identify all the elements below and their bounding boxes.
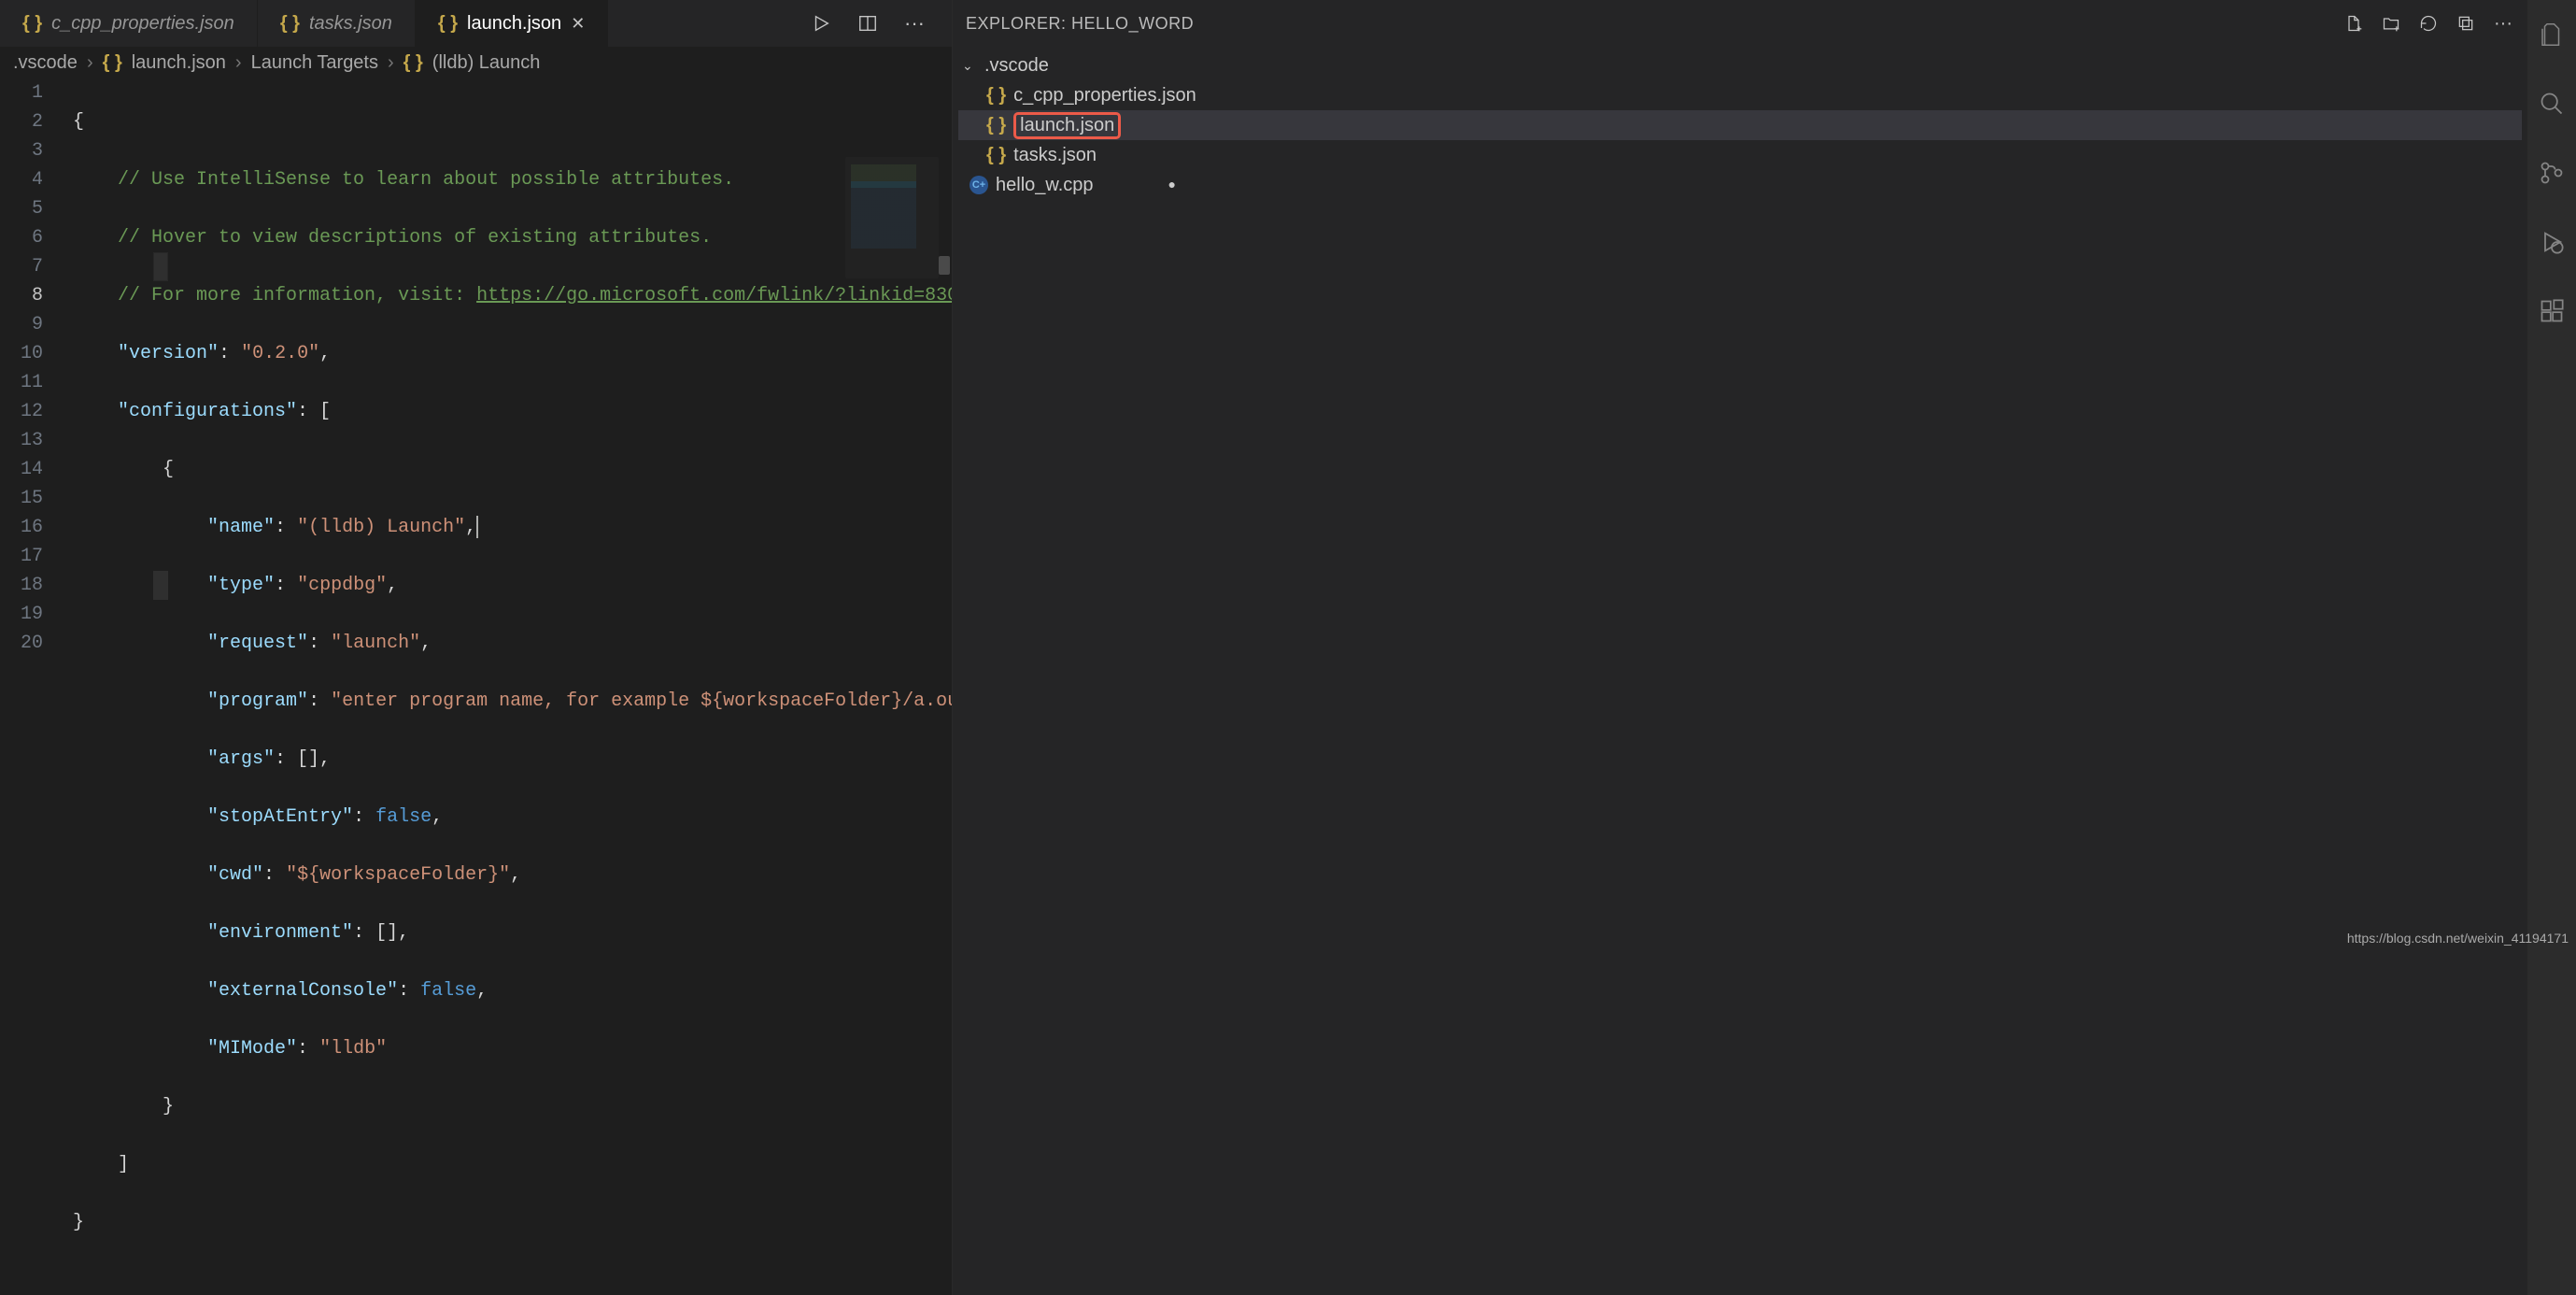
code-editor[interactable]: 1 2 3 4 5 6 7 8 9 10 11 12 13 14 15 16 1… [0,78,952,1295]
explorer-icon[interactable] [2530,13,2573,56]
file-tree: ⌄ .vscode { } c_cpp_properties.json { } … [953,47,2527,204]
breadcrumb-item[interactable]: (lldb) Launch [432,52,541,74]
tab-label: launch.json [467,13,561,35]
explorer-title: EXPLORER: HELLO_WORD [966,14,2342,34]
chevron-right-icon: › [388,52,394,74]
file-label: tasks.json [1013,145,1097,166]
tab-launch-json[interactable]: { } launch.json ✕ [416,0,608,47]
chevron-right-icon: › [87,52,93,74]
tab-c-cpp-properties[interactable]: { } c_cpp_properties.json [0,0,258,47]
line-gutter: 1 2 3 4 5 6 7 8 9 10 11 12 13 14 15 16 1… [0,78,62,1295]
run-icon[interactable] [808,10,834,36]
minimap[interactable] [845,157,939,278]
folder-label: .vscode [984,55,1049,77]
breadcrumb-item[interactable]: Launch Targets [251,52,378,74]
extensions-icon[interactable] [2530,290,2573,333]
watermark: https://blog.csdn.net/weixin_41194171 [2347,931,2569,946]
editor-actions: ··· [608,0,952,47]
folder-vscode[interactable]: ⌄ .vscode [958,50,2522,80]
file-c-cpp-properties[interactable]: { } c_cpp_properties.json [958,80,2522,110]
breadcrumb[interactable]: .vscode › { } launch.json › Launch Targe… [0,47,952,78]
breadcrumb-item[interactable]: launch.json [132,52,226,74]
json-icon: { } [986,145,1006,166]
json-icon: { } [986,115,1006,136]
tab-tasks-json[interactable]: { } tasks.json [258,0,416,47]
json-icon: { } [280,13,300,35]
json-icon: { } [986,85,1006,107]
close-icon[interactable]: ✕ [571,14,585,34]
file-launch-json[interactable]: { } launch.json [958,110,2522,140]
json-icon: { } [22,13,42,35]
scrollbar[interactable] [939,256,950,275]
new-folder-icon[interactable] [2380,12,2402,35]
cpp-icon: C+ [970,176,988,194]
json-icon: { } [438,13,458,35]
file-hello-cpp[interactable]: C+ hello_w.cpp ● [958,170,2522,200]
split-editor-icon[interactable] [855,10,881,36]
source-control-icon[interactable] [2530,151,2573,194]
file-label: c_cpp_properties.json [1013,85,1196,107]
dirty-indicator-icon: ● [1168,177,1176,192]
chevron-right-icon: › [235,52,242,74]
chevron-down-icon: ⌄ [962,58,977,74]
file-tasks-json[interactable]: { } tasks.json [958,140,2522,170]
json-icon: { } [403,52,423,74]
more-icon[interactable]: ··· [901,10,927,36]
code-content[interactable]: { // Use IntelliSense to learn about pos… [62,78,952,1295]
editor-pane: { } c_cpp_properties.json { } tasks.json… [0,0,953,1295]
tab-label: tasks.json [309,13,392,35]
breadcrumb-item[interactable]: .vscode [13,52,78,74]
sidebar-right: EXPLORER: HELLO_WORD ··· ⌄ .vscode { } c… [953,0,2576,1295]
tab-bar: { } c_cpp_properties.json { } tasks.json… [0,0,952,47]
refresh-icon[interactable] [2417,12,2440,35]
run-debug-icon[interactable] [2530,221,2573,263]
collapse-all-icon[interactable] [2455,12,2477,35]
activity-bar [2527,0,2576,1295]
file-label: launch.json [1013,112,1121,139]
more-icon[interactable]: ··· [2492,12,2514,35]
new-file-icon[interactable] [2342,12,2365,35]
json-icon: { } [103,52,122,74]
file-label: hello_w.cpp [996,175,1094,196]
explorer-panel: EXPLORER: HELLO_WORD ··· ⌄ .vscode { } c… [953,0,2527,1295]
search-icon[interactable] [2530,82,2573,125]
tab-label: c_cpp_properties.json [51,13,234,35]
